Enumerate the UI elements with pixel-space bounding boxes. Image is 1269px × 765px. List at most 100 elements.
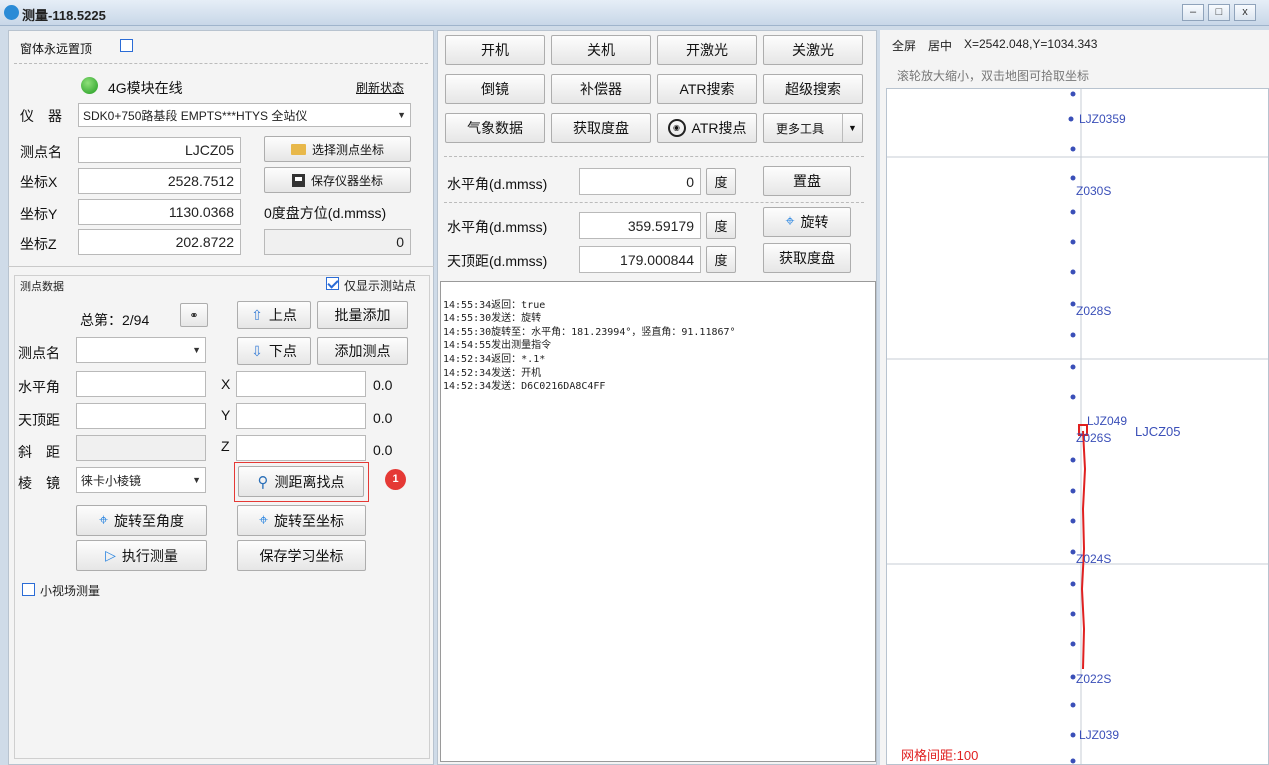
total-count: 总第：2/94 <box>80 312 150 328</box>
map-point <box>1070 488 1076 494</box>
map-point <box>1070 175 1076 181</box>
x-input[interactable]: 2528.7512 <box>78 168 241 194</box>
map-point <box>1070 91 1076 97</box>
point-name-input[interactable]: LJCZ05 <box>78 137 241 163</box>
map-canvas[interactable]: LJZ0359 Z030S Z028S LJZ049 Z026S LJCZ05 … <box>886 88 1269 765</box>
y-label: 坐标Y <box>20 206 58 222</box>
rotate-to-coord-label: 旋转至坐标 <box>274 512 344 529</box>
select-point-button[interactable]: 选择测点坐标 <box>264 136 411 162</box>
h-angle-input[interactable] <box>76 371 206 397</box>
map-label: Z022S <box>1076 672 1112 686</box>
select-point-label: 选择测点坐标 <box>311 142 384 157</box>
save-icon <box>291 173 305 187</box>
close-button[interactable]: x <box>1234 4 1256 21</box>
log-panel[interactable]: 14:55:34返回：true 14:55:30发送：旋转 14:55:30旋转至：… <box>440 281 876 762</box>
log-line: 14:55:30旋转至：水平角：181.23994°，竖直角：91.11867° <box>443 326 736 338</box>
more-tools-label: 更多工具 <box>776 121 825 136</box>
py-input[interactable] <box>236 403 366 429</box>
h-angle-set-input[interactable]: 0 <box>579 168 701 195</box>
execute-measure-button[interactable]: ▷ 执行测量 <box>76 540 207 571</box>
rotate-to-angle-label: 旋转至角度 <box>114 512 184 529</box>
rotate-button[interactable]: ⌖ 旋转 <box>763 207 851 237</box>
rotate-to-coord-button[interactable]: ⌖ 旋转至坐标 <box>237 505 366 536</box>
next-point-button[interactable]: ⇩ 下点 <box>237 337 311 365</box>
degree-unit-button[interactable]: 度 <box>706 212 736 239</box>
center-link[interactable]: 居中 <box>928 37 952 54</box>
x-label: 坐标X <box>20 174 58 190</box>
laser-off-button[interactable]: 关激光 <box>763 35 863 65</box>
get-disk-button[interactable]: 获取度盘 <box>551 113 651 143</box>
z-input[interactable]: 202.8722 <box>78 229 241 255</box>
module-status: 4G模块在线 <box>108 80 183 96</box>
reverse-mirror-button[interactable]: 倒镜 <box>445 74 545 104</box>
up-arrow-icon: ⇧ <box>251 306 263 323</box>
row-point-name-select[interactable]: ▼ <box>76 337 206 363</box>
super-search-button[interactable]: 超级搜索 <box>763 74 863 104</box>
prism-select[interactable]: 徕卡小棱镜 ▼ <box>76 467 206 493</box>
refresh-status-link[interactable]: 刷新状态 <box>356 79 404 96</box>
map-point <box>1070 301 1076 307</box>
y-input[interactable]: 1130.0368 <box>78 199 241 225</box>
add-point-button[interactable]: 添加测点 <box>317 337 408 365</box>
map-point <box>1070 732 1076 738</box>
laser-on-button[interactable]: 开激光 <box>657 35 757 65</box>
atr-point-button[interactable]: ◉ ATR搜点 <box>657 113 757 143</box>
instrument-label: 仪 器 <box>20 108 62 124</box>
pz-input[interactable] <box>236 435 366 461</box>
batch-add-button[interactable]: 批量添加 <box>317 301 408 329</box>
slope-label: 斜 距 <box>18 444 60 460</box>
execute-measure-label: 执行测量 <box>121 547 178 564</box>
window-title: 测量-118.5225 <box>22 8 106 23</box>
splitter[interactable] <box>8 266 434 267</box>
topmost-checkbox[interactable] <box>120 39 133 52</box>
map-label: Z026S <box>1076 431 1112 445</box>
weather-data-button[interactable]: 气象数据 <box>445 113 545 143</box>
map-point <box>1070 146 1076 152</box>
only-station-checkbox[interactable] <box>326 277 339 290</box>
crosshair-icon: ⌖ <box>258 511 268 529</box>
zenith-input[interactable] <box>76 403 206 429</box>
py-value: 0.0 <box>373 410 393 426</box>
zero-azimuth-label: 0度盘方位(d.mmss) <box>264 205 387 221</box>
atr-search-button[interactable]: ATR搜索 <box>657 74 757 104</box>
point-name-label: 测点名 <box>20 144 62 160</box>
rotate-to-angle-button[interactable]: ⌖ 旋转至角度 <box>76 505 207 536</box>
find-point-label: 测距离找点 <box>274 473 345 490</box>
chevron-down-icon[interactable]: ▼ <box>842 114 862 142</box>
section-title: 测点数据 <box>20 281 64 293</box>
instrument-value: SDK0+750路基段 EMPTS***HTYS 全站仪 <box>83 108 308 123</box>
degree-unit-button[interactable]: 度 <box>706 246 736 273</box>
more-tools-button[interactable]: 更多工具 ▼ <box>763 113 863 143</box>
map-point <box>1070 209 1076 215</box>
online-status-icon <box>81 77 98 94</box>
azimuth-input[interactable]: 0 <box>264 229 411 255</box>
degree-unit-button[interactable]: 度 <box>706 168 736 195</box>
minimize-button[interactable]: – <box>1182 4 1204 21</box>
save-instrument-coord-button[interactable]: 保存仪器坐标 <box>264 167 411 193</box>
row-point-name-label: 测点名 <box>18 345 60 361</box>
prev-point-button[interactable]: ⇧ 上点 <box>237 301 311 329</box>
power-off-button[interactable]: 关机 <box>551 35 651 65</box>
binoculars-button[interactable]: ⚭ <box>180 303 208 327</box>
map-label: Z028S <box>1076 304 1112 318</box>
h-angle-label: 水平角 <box>18 379 60 395</box>
map-point <box>1070 364 1076 370</box>
compensator-button[interactable]: 补偿器 <box>551 74 651 104</box>
slope-input[interactable] <box>76 435 206 461</box>
set-disk-button[interactable]: 置盘 <box>763 166 851 196</box>
save-learn-coord-button[interactable]: 保存学习坐标 <box>237 540 366 571</box>
divider <box>14 63 428 64</box>
fullscreen-link[interactable]: 全屏 <box>892 37 916 54</box>
get-disk-button-2[interactable]: 获取度盘 <box>763 243 851 273</box>
h-angle-input[interactable]: 359.59179 <box>579 212 701 239</box>
zenith-input[interactable]: 179.000844 <box>579 246 701 273</box>
z-label: 坐标Z <box>20 236 57 252</box>
px-input[interactable] <box>236 371 366 397</box>
maximize-button[interactable]: □ <box>1208 4 1230 21</box>
find-point-button[interactable]: ⚲ 测距离找点 <box>238 466 364 497</box>
map-point <box>1070 581 1076 587</box>
instrument-select[interactable]: SDK0+750路基段 EMPTS***HTYS 全站仪 ▼ <box>78 103 411 127</box>
small-fov-checkbox[interactable] <box>22 583 35 596</box>
power-on-button[interactable]: 开机 <box>445 35 545 65</box>
map-point <box>1070 758 1076 764</box>
